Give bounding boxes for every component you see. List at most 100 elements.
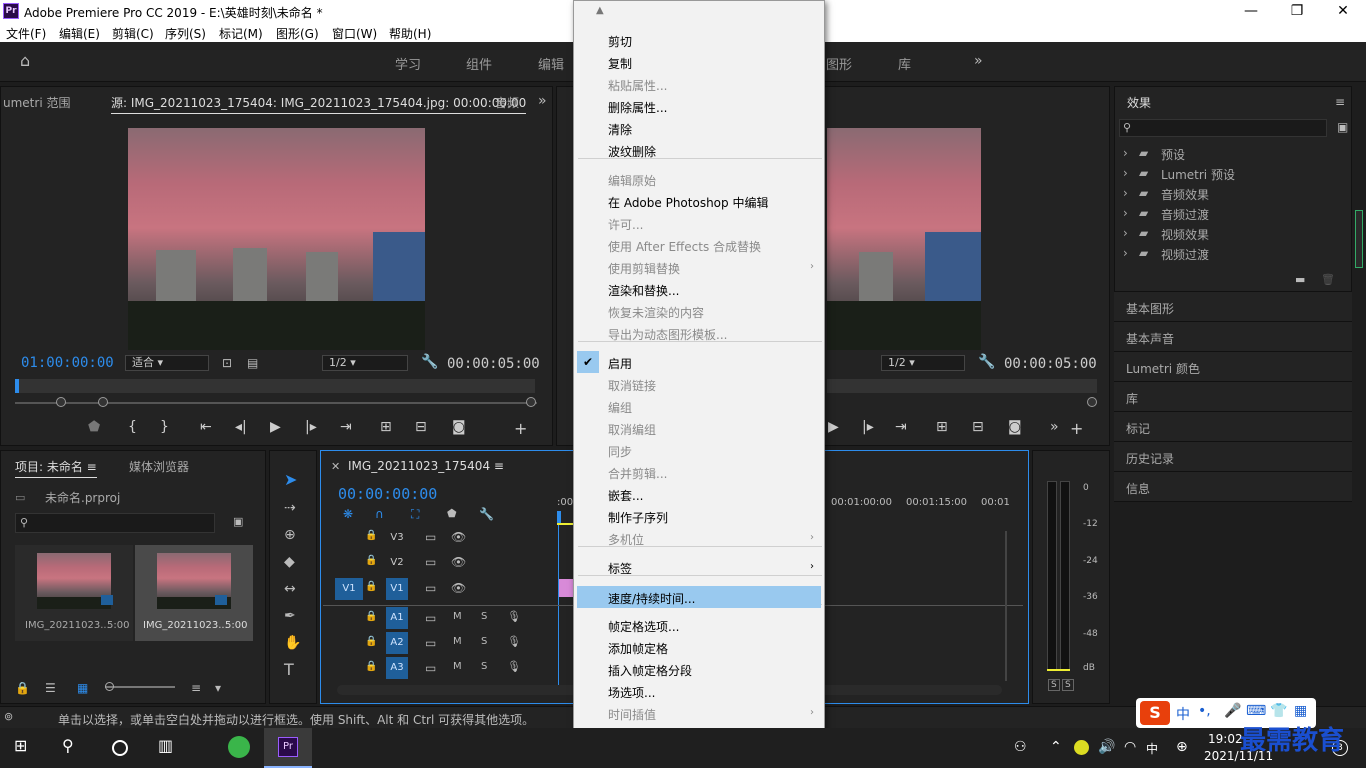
sort-dropdown-icon[interactable]: ▾ <box>215 681 221 695</box>
context-menu-item[interactable]: 在 Adobe Photoshop 中编辑 <box>608 194 768 211</box>
program-resolution-dropdown[interactable]: 1/2 ▾ <box>881 355 965 371</box>
program-go-to-out-icon[interactable]: ⇥ <box>895 419 907 435</box>
sort-icon[interactable]: ≡ <box>191 681 201 695</box>
track-v2[interactable]: V2 <box>386 554 408 572</box>
workspace-assembly[interactable]: 组件 <box>466 54 492 73</box>
go-to-out-icon[interactable]: ⇥ <box>340 419 352 435</box>
context-menu-item[interactable]: 合并剪辑... <box>608 465 667 482</box>
mute-button[interactable]: M <box>453 611 462 622</box>
nest-toggle-icon[interactable]: ❋ <box>343 507 353 521</box>
program-play-icon[interactable]: ▶ <box>828 419 839 435</box>
source-scrubber[interactable] <box>15 379 535 393</box>
close-tab-icon[interactable]: ✕ <box>331 460 340 474</box>
insert-button-icon[interactable]: ⊞ <box>380 419 392 435</box>
tab-project[interactable]: 项目: 未命名 ≡ <box>15 458 97 478</box>
context-menu-item[interactable]: 使用 After Effects 合成替换 <box>608 238 761 255</box>
panel-info[interactable]: 信息 <box>1114 472 1352 502</box>
menu-marker[interactable]: 标记(M) <box>219 25 263 42</box>
menu-file[interactable]: 文件(F) <box>6 25 46 42</box>
step-back-icon[interactable]: ◂| <box>235 419 247 435</box>
context-menu-item[interactable]: 场选项... <box>608 684 655 701</box>
extract-icon[interactable]: ⊟ <box>972 419 984 435</box>
program-camera-icon[interactable]: ◙ <box>1008 419 1022 435</box>
sync-lock-icon[interactable]: ▭ <box>425 555 436 569</box>
thumbnail-size-slider[interactable] <box>105 686 175 688</box>
menu-graphics[interactable]: 图形(G) <box>276 25 319 42</box>
fit-dropdown[interactable]: 适合 ▾ <box>125 355 209 371</box>
clock-time[interactable]: 19:02 <box>1208 732 1243 746</box>
play-icon[interactable]: ▶ <box>270 419 281 435</box>
solo-left-button[interactable]: S <box>1048 679 1060 691</box>
menu-help[interactable]: 帮助(H) <box>389 25 431 42</box>
overwrite-icon[interactable]: ▤ <box>247 356 258 370</box>
more-workspaces-icon[interactable]: » <box>974 54 983 68</box>
panel-history[interactable]: 历史记录 <box>1114 442 1352 472</box>
slip-tool-icon[interactable]: ↔ <box>284 582 296 596</box>
track-lock-icon[interactable]: 🔒 <box>365 636 377 647</box>
premiere-taskbar-button[interactable]: Pr <box>264 728 312 768</box>
solo-button[interactable]: S <box>481 636 487 647</box>
lift-icon[interactable]: ⊞ <box>936 419 948 435</box>
mic-icon[interactable]: 🎙 <box>507 660 521 673</box>
snap-icon[interactable]: ∩ <box>375 507 384 521</box>
eye-icon[interactable]: 👁 <box>451 530 466 544</box>
step-forward-icon[interactable]: |▸ <box>305 419 317 435</box>
context-menu-item[interactable]: 速度/持续时间... <box>608 590 696 607</box>
zoom-handle-left[interactable] <box>56 397 66 407</box>
panel-essential-sound[interactable]: 基本声音 <box>1114 322 1352 352</box>
context-menu-item[interactable]: 渲染和替换... <box>608 282 679 299</box>
solo-button[interactable]: S <box>481 661 487 672</box>
linked-selection-icon[interactable]: ⛶ <box>411 507 419 521</box>
razor-tool-icon[interactable]: ◆ <box>284 555 295 569</box>
go-to-in-icon[interactable]: ⇤ <box>200 419 212 435</box>
ripple-edit-tool-icon[interactable]: ⊕ <box>284 528 296 542</box>
track-lock-icon[interactable]: 🔒 <box>365 555 377 566</box>
workspace-libraries[interactable]: 库 <box>898 54 911 73</box>
marker-icon[interactable]: ⬟ <box>88 419 100 435</box>
sync-lock-icon[interactable]: ▭ <box>425 661 436 675</box>
track-lock-icon[interactable]: 🔒 <box>365 530 377 541</box>
program-step-forward-icon[interactable]: |▸ <box>862 419 874 435</box>
timeline-settings-icon[interactable]: 🔧 <box>479 507 494 521</box>
solo-right-button[interactable]: S <box>1062 679 1074 691</box>
context-menu-item[interactable]: 剪切 <box>608 33 632 50</box>
track-select-tool-icon[interactable]: ⇢ <box>284 501 296 515</box>
lock-icon[interactable]: 🔒 <box>15 681 30 695</box>
menu-edit[interactable]: 编辑(E) <box>59 25 100 42</box>
mark-in-icon[interactable]: { <box>128 419 137 435</box>
ime-indicator[interactable]: 中 <box>1146 740 1158 757</box>
mark-out-icon[interactable]: } <box>160 419 169 435</box>
timeline-timecode[interactable]: 00:00:00:00 <box>338 485 437 503</box>
context-menu-item[interactable]: 取消链接 <box>608 377 656 394</box>
context-menu-item[interactable]: 嵌套... <box>608 487 643 504</box>
program-scrubber[interactable] <box>827 379 1097 393</box>
workspace-editing[interactable]: 编辑 <box>538 54 564 73</box>
mute-button[interactable]: M <box>453 661 462 672</box>
context-menu-item[interactable]: 取消编组 <box>608 421 656 438</box>
eye-icon[interactable]: 👁 <box>451 555 466 569</box>
sogou-icon[interactable]: S <box>1140 701 1170 725</box>
type-tool-icon[interactable]: T <box>284 662 294 678</box>
list-view-icon[interactable]: ☰ <box>45 681 56 695</box>
tab-sequence[interactable]: IMG_20211023_175404 ≡ <box>348 459 504 473</box>
new-bin-icon[interactable]: ▣ <box>233 515 243 529</box>
solo-button[interactable]: S <box>481 611 487 622</box>
track-v1[interactable]: V1 <box>386 578 408 600</box>
context-menu-item[interactable]: 插入帧定格分段 <box>608 662 692 679</box>
windows-start-icon[interactable]: ⊞ <box>14 738 27 754</box>
resolution-dropdown[interactable]: 1/2 ▾ <box>322 355 408 371</box>
context-menu-item[interactable]: 删除属性... <box>608 99 667 116</box>
wrench-icon[interactable]: 🔧 <box>421 355 438 369</box>
tab-source[interactable]: 源: IMG_20211023_175404: IMG_20211023_175… <box>111 94 527 114</box>
track-v3[interactable]: V3 <box>386 529 408 547</box>
context-menu-item[interactable]: 时间插值 <box>608 706 656 723</box>
insert-icon[interactable]: ⊡ <box>222 356 232 370</box>
program-add-icon[interactable]: + <box>1070 419 1083 438</box>
track-a2[interactable]: A2 <box>386 632 408 654</box>
keyboard-icon[interactable]: ⌨ <box>1246 703 1266 719</box>
context-menu-item[interactable]: 使用剪辑替换 <box>608 260 680 277</box>
menu-sequence[interactable]: 序列(S) <box>165 25 206 42</box>
context-menu-item[interactable]: 导出为动态图形模板... <box>608 326 727 343</box>
mic-icon[interactable]: 🎙 <box>507 635 521 648</box>
tab-lumetri-scopes[interactable]: umetri 范围 <box>3 94 70 111</box>
